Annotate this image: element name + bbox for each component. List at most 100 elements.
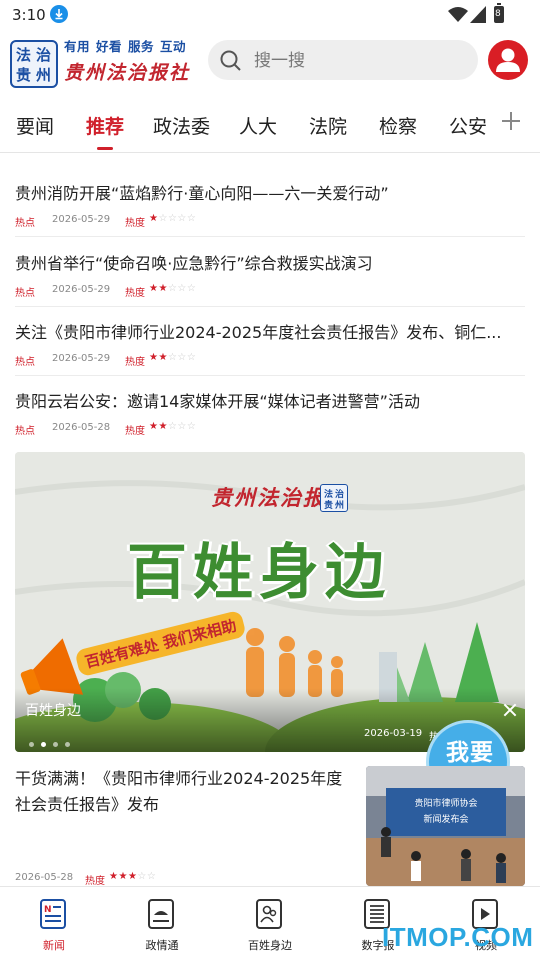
heat-label: 热度: [125, 426, 145, 437]
search-icon: [220, 50, 241, 71]
tab-npc[interactable]: 人大: [239, 112, 277, 139]
banner-logo-badge: 法 治 贵 州: [320, 484, 348, 512]
tab-political-legal[interactable]: 政法委: [153, 112, 210, 139]
featured-article[interactable]: 干货满满！《贵阳市律师行业2024-2025年度社会责任报告》发布 贵阳市律师协…: [15, 766, 525, 887]
news-item[interactable]: 关注《贵阳市律师行业2024-2025年度社会责任报告》发布、铜仁... 热点 …: [15, 309, 525, 376]
wifi-icon: [448, 7, 468, 22]
add-channel-icon[interactable]: [500, 110, 522, 132]
news-date: 2026-05-29: [52, 353, 111, 364]
svg-text:新闻发布会: 新闻发布会: [423, 813, 468, 825]
tab-public-security[interactable]: 公安: [449, 112, 487, 139]
search-input[interactable]: [252, 46, 466, 76]
heat-label: 热度: [125, 218, 145, 229]
heat-star-empty-icon: ☆: [177, 421, 187, 432]
tab-headlines[interactable]: 要闻: [16, 112, 54, 139]
download-icon: [50, 5, 68, 23]
heat-star-empty-icon: ☆: [186, 352, 197, 363]
carousel-dot[interactable]: [29, 742, 34, 747]
heat-star-empty-icon: ☆: [177, 352, 187, 363]
carousel-dot[interactable]: [65, 742, 70, 747]
hot-tag: 热点: [15, 288, 35, 299]
heat-star-filled-icon: ★: [158, 352, 168, 363]
tab-recommended[interactable]: 推荐: [86, 112, 124, 139]
tab-court[interactable]: 法院: [309, 112, 347, 139]
featured-article-title: 干货满满！《贵阳市律师行业2024-2025年度社会责任报告》发布: [15, 769, 343, 814]
banner-date: 2026-03-19: [364, 728, 423, 739]
heat-rating: ★★★☆☆: [109, 871, 156, 882]
carousel-dot[interactable]: [41, 742, 46, 747]
brand-tagline: 有用 好看 服务 互动: [64, 39, 187, 54]
svg-text:贵阳市律师协会: 贵阳市律师协会: [414, 797, 477, 809]
nav-news[interactable]: N 新闻: [0, 887, 108, 961]
nav-government-label: 政情通: [145, 939, 179, 952]
heat-star-empty-icon: ☆: [177, 213, 187, 224]
user-icon: [496, 48, 520, 72]
carousel-dot[interactable]: [53, 742, 58, 747]
site-watermark: ITMOP.COM: [382, 922, 534, 952]
news-icon: N: [40, 899, 66, 929]
nav-government[interactable]: 政情通: [108, 887, 216, 961]
nav-people[interactable]: 百姓身边: [216, 887, 324, 961]
heat-star-empty-icon: ☆: [167, 283, 178, 294]
battery-icon: 8: [494, 3, 504, 23]
news-title: 贵州省举行“使命召唤·应急黔行”综合救援实战演习: [15, 254, 373, 273]
people-icon: [256, 899, 282, 929]
nav-people-label: 百姓身边: [248, 939, 292, 952]
category-tabs: 要闻 推荐 政法委 人大 法院 检察 公安: [0, 100, 540, 153]
news-date: 2026-05-29: [52, 214, 111, 225]
heat-label: 热度: [125, 288, 145, 299]
government-icon: [148, 899, 174, 929]
news-title: 关注《贵阳市律师行业2024-2025年度社会责任报告》发布、铜仁...: [15, 323, 502, 342]
svg-text:N: N: [44, 905, 52, 915]
heat-star-filled-icon: ★: [158, 421, 168, 432]
search-bar[interactable]: [208, 40, 478, 80]
hot-tag: 热点: [15, 357, 35, 368]
heat-star-empty-icon: ☆: [167, 352, 178, 363]
news-item[interactable]: 贵阳云岩公安：邀请14家媒体开展“媒体记者进警营”活动 热点 2026-05-2…: [15, 378, 525, 444]
news-title: 贵州消防开展“蓝焰黔行·童心向阳——六一关爱行动”: [15, 184, 389, 203]
heat-star-empty-icon: ☆: [137, 871, 147, 882]
hot-tag: 热点: [15, 218, 35, 229]
banner-headline: 百姓身边: [127, 538, 391, 608]
tab-procuratorate[interactable]: 检察: [379, 112, 417, 139]
heat-label: 热度: [85, 876, 105, 887]
banner-caption: 百姓身边: [25, 703, 81, 719]
brand-name: 贵州法治报社: [64, 62, 191, 84]
nav-news-label: 新闻: [43, 939, 65, 952]
news-title: 贵阳云岩公安：邀请14家媒体开展“媒体记者进警营”活动: [15, 392, 420, 411]
heat-label: 热度: [125, 357, 145, 368]
complaint-button-line1: 我要: [446, 740, 494, 766]
heat-star-empty-icon: ☆: [186, 283, 197, 294]
heat-rating: ★★☆☆☆: [149, 421, 196, 432]
heat-rating: ★★☆☆☆: [149, 352, 196, 363]
heat-star-empty-icon: ☆: [167, 213, 178, 224]
featured-article-thumbnail: 贵阳市律师协会 新闻发布会: [366, 766, 525, 886]
active-tab-indicator: [97, 147, 113, 150]
heat-star-empty-icon: ☆: [146, 871, 157, 882]
news-date: 2026-05-29: [52, 284, 111, 295]
heat-star-empty-icon: ☆: [167, 421, 178, 432]
heat-star-empty-icon: ☆: [177, 283, 187, 294]
status-bar: 3:10 8: [0, 0, 540, 30]
user-avatar-button[interactable]: [488, 40, 528, 80]
heat-star-empty-icon: ☆: [158, 213, 168, 224]
carousel-dots: [29, 732, 77, 751]
brand-logo-badge: 法 治 贵 州: [10, 40, 58, 88]
banner-carousel[interactable]: 贵州法治报 法 治 贵 州 百姓身边 百姓有难处 我们来相助 百姓身边 2026…: [15, 452, 525, 752]
heat-star-filled-icon: ★: [127, 871, 138, 882]
heat-rating: ★★☆☆☆: [149, 283, 196, 294]
heat-star-empty-icon: ☆: [186, 213, 197, 224]
banner-brand: 贵州法治报: [211, 485, 326, 510]
news-item[interactable]: 贵州消防开展“蓝焰黔行·童心向阳——六一关爱行动” 热点 2026-05-29 …: [15, 170, 525, 237]
news-date: 2026-05-28: [52, 422, 111, 433]
app-header: 法 治 贵 州 有用 好看 服务 互动 贵州法治报社: [0, 32, 540, 90]
signal-icon: [470, 6, 486, 23]
close-icon[interactable]: [502, 702, 518, 718]
heat-star-filled-icon: ★: [158, 283, 168, 294]
heat-star-empty-icon: ☆: [186, 421, 197, 432]
hot-tag: 热点: [15, 426, 35, 437]
news-date: 2026-05-28: [15, 872, 74, 883]
news-item[interactable]: 贵州省举行“使命召唤·应急黔行”综合救援实战演习 热点 2026-05-29 热…: [15, 240, 525, 307]
status-time: 3:10: [12, 6, 46, 24]
heat-rating: ★☆☆☆☆: [149, 213, 196, 224]
